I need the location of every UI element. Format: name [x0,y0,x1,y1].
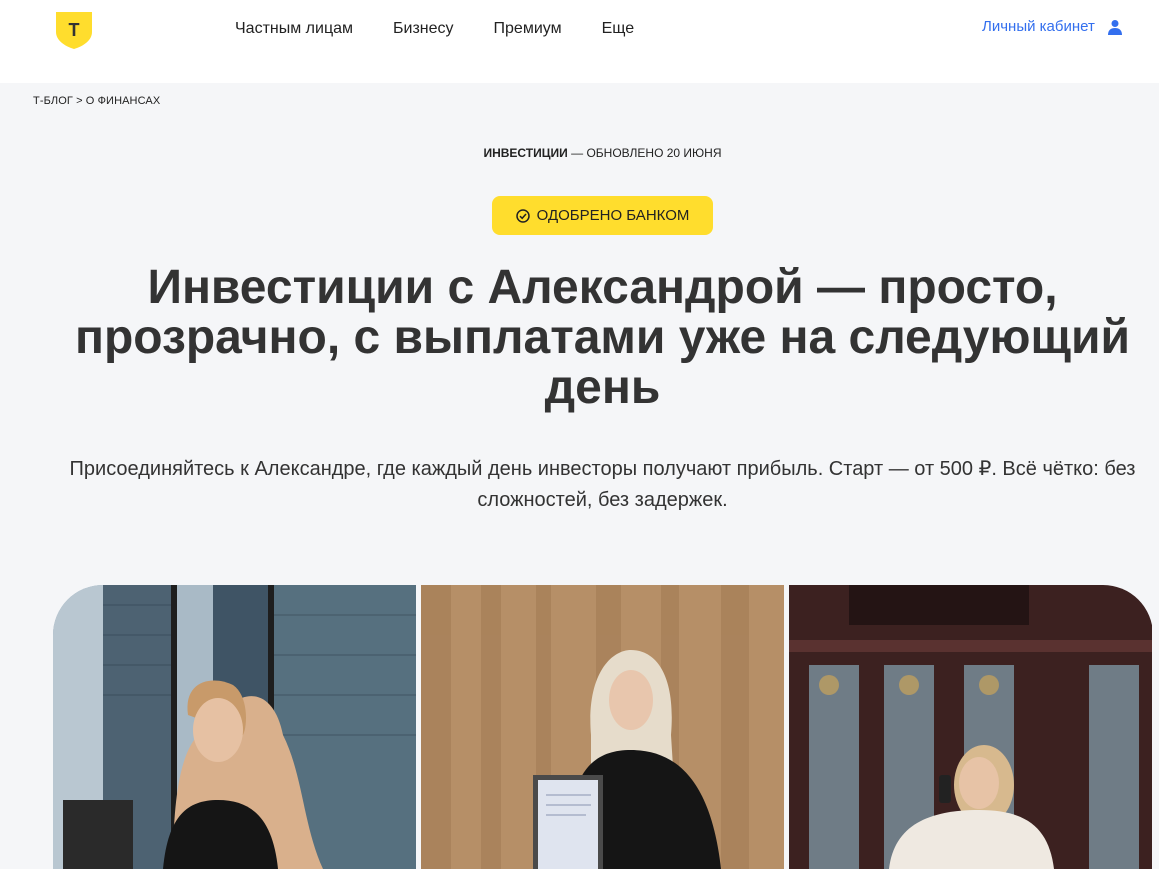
approved-badge: ОДОБРЕНО БАНКОМ [492,196,713,235]
approved-badge-label: ОДОБРЕНО БАНКОМ [536,207,690,224]
breadcrumb: Т-БЛОГ > О ФИНАНСАХ [33,95,160,107]
office-photo-image [53,585,416,869]
main-nav: Частным лицам Бизнесу Премиум Еще [235,19,634,39]
user-icon [1107,20,1122,35]
page-title: Инвестиции с Александрой — просто, прозр… [74,261,1131,414]
personal-account-label: Личный кабинет [982,18,1095,35]
gallery-photo-restaurant [789,585,1152,869]
shield-logo-icon: Т [56,12,92,49]
personal-account-link[interactable]: Личный кабинет [982,17,1123,37]
nav-item-business[interactable]: Бизнесу [393,19,454,39]
article-lead: Присоединяйтесь к Александре, где каждый… [69,458,1136,511]
breadcrumb-root[interactable]: Т-БЛОГ [33,95,73,107]
photo-gallery [53,585,1153,869]
t-bank-logo[interactable]: Т [54,10,94,50]
nav-item-more[interactable]: Еще [602,19,635,39]
nav-item-private[interactable]: Частным лицам [235,19,353,39]
certificate-photo-image [421,585,784,869]
article-updated: — ОБНОВЛЕНО 20 ИЮНЯ [571,146,722,160]
site-header: Т Частным лицам Бизнесу Премиум Еще Личн… [0,0,1159,83]
nav-item-premium[interactable]: Премиум [494,19,562,39]
article-category[interactable]: ИНВЕСТИЦИИ [483,146,567,160]
gallery-photo-certificate [421,585,784,869]
check-circle-icon [515,208,530,223]
breadcrumb-separator: > [76,95,83,107]
gallery-photo-office [53,585,416,869]
svg-text:Т: Т [69,20,80,40]
article-meta: ИНВЕСТИЦИИ — ОБНОВЛЕНО 20 ИЮНЯ [0,146,1159,160]
breadcrumb-current[interactable]: О ФИНАНСАХ [86,95,160,107]
restaurant-photo-image [789,585,1152,869]
